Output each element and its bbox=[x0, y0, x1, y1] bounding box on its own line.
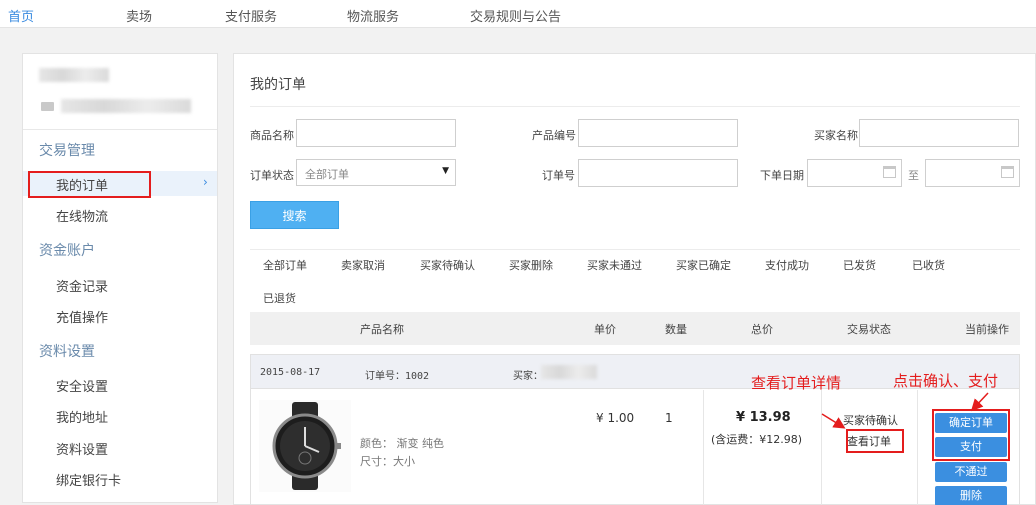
arrow-confirm-pay bbox=[970, 392, 989, 412]
arrow-view-detail bbox=[821, 413, 846, 429]
annotation-arrows bbox=[821, 392, 989, 429]
